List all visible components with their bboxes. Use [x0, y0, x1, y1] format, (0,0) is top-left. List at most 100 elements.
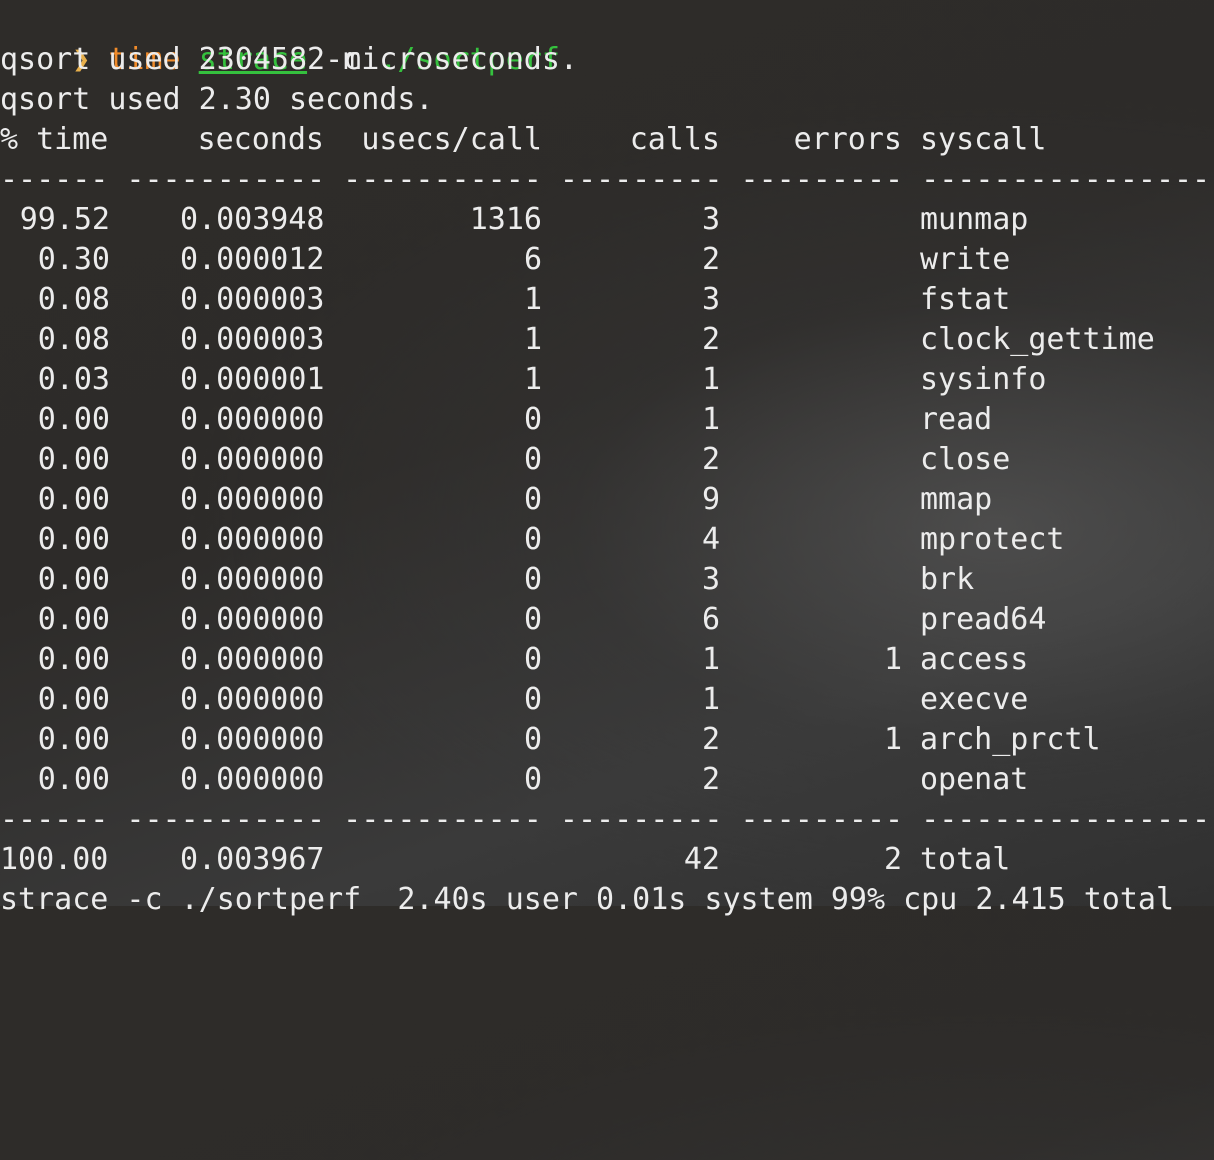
cell-errors [740, 400, 902, 440]
cell-seconds: 0.000000 [180, 522, 325, 557]
cell-seconds: 0.000012 [180, 242, 325, 277]
table-row: 0.08 0.000003 1 2 clock_gettime [0, 320, 1214, 360]
cell-time: 0.00 [37, 602, 110, 637]
cell-time: 0.00 [37, 482, 110, 517]
cell-seconds: 0.000003 [180, 282, 325, 317]
cell-calls: 42 [683, 842, 720, 877]
table-row: 0.00 0.000000 0 1 read [0, 400, 1214, 440]
cell-seconds: 0.000003 [180, 322, 325, 357]
cell-usecs: 0 [523, 682, 542, 717]
output-line: qsort used 2.30 seconds. [0, 82, 434, 117]
cell-calls: 1 [701, 402, 720, 437]
cell-errors [740, 480, 902, 520]
table-row: 0.00 0.000000 0 3 brk [0, 560, 1214, 600]
cell-seconds: 0.000000 [180, 442, 325, 477]
cell-errors [740, 520, 902, 560]
cell-errors [740, 680, 902, 720]
cell-seconds: 0.000000 [180, 682, 325, 717]
cell-errors [740, 240, 902, 280]
header-usecs: usecs/call [361, 122, 542, 157]
cell-syscall: write [920, 242, 1011, 277]
cell-usecs: 0 [523, 722, 542, 757]
cell-syscall: close [920, 442, 1011, 477]
cell-calls: 1 [701, 642, 720, 677]
cell-errors [740, 600, 902, 640]
cell-seconds: 0.000000 [180, 722, 325, 757]
cell-seconds: 0.003948 [180, 202, 325, 237]
cell-usecs: 1316 [469, 202, 542, 237]
table-row: 0.00 0.000000 0 1 1 access [0, 640, 1214, 680]
cell-syscall: brk [920, 562, 975, 597]
cell-time: 0.00 [37, 522, 110, 557]
header-seconds: seconds [197, 122, 324, 157]
cell-errors [740, 560, 902, 600]
cell-usecs: 0 [523, 762, 542, 797]
cell-time: 0.00 [37, 762, 110, 797]
cell-errors: 1 [883, 722, 902, 757]
cell-usecs: 0 [523, 442, 542, 477]
cell-seconds: 0.000001 [180, 362, 325, 397]
cell-errors [740, 440, 902, 480]
table-header: % time seconds usecs/call calls errors s… [0, 120, 1214, 160]
cell-errors: 2 [883, 842, 902, 877]
cell-syscall: access [920, 642, 1029, 677]
cell-usecs: 1 [523, 322, 542, 357]
table-row: 0.00 0.000000 0 1 execve [0, 680, 1214, 720]
cell-calls: 4 [701, 522, 720, 557]
output-line: qsort used 2304582 microseconds. [0, 42, 578, 77]
table-total-row: 100.00 0.003967 42 2 total [0, 840, 1214, 880]
cell-syscall: clock_gettime [920, 322, 1155, 357]
cell-usecs: 1 [523, 362, 542, 397]
cell-syscall: pread64 [920, 602, 1047, 637]
cell-usecs [342, 840, 542, 880]
cell-time: 99.52 [19, 202, 110, 237]
cell-calls: 2 [701, 762, 720, 797]
cell-time: 0.00 [37, 442, 110, 477]
cell-usecs: 0 [523, 562, 542, 597]
cell-seconds: 0.000000 [180, 762, 325, 797]
cell-seconds: 0.000000 [180, 402, 325, 437]
cell-time: 0.08 [37, 322, 110, 357]
cell-syscall: munmap [920, 202, 1029, 237]
table-row: 0.00 0.000000 0 4 mprotect [0, 520, 1214, 560]
header-time: % time [0, 122, 109, 157]
table-row: 0.30 0.000012 6 2 write [0, 240, 1214, 280]
table-divider: ------ ----------- ----------- ---------… [0, 802, 1211, 837]
cell-errors [740, 280, 902, 320]
table-row: 99.52 0.003948 1316 3 munmap [0, 200, 1214, 240]
cell-syscall: mmap [920, 482, 993, 517]
terminal-window[interactable]: ❯ time strace -c ./sortperf qsort used 2… [0, 0, 1214, 917]
cell-syscall: total [920, 842, 1011, 877]
cell-usecs: 6 [523, 242, 542, 277]
cell-syscall: mprotect [920, 522, 1065, 557]
cell-calls: 3 [701, 202, 720, 237]
cell-calls: 2 [701, 242, 720, 277]
cell-calls: 1 [701, 682, 720, 717]
cell-usecs: 0 [523, 602, 542, 637]
summary-line: strace -c ./sortperf 2.40s user 0.01s sy… [0, 882, 1174, 917]
cell-syscall: sysinfo [920, 362, 1047, 397]
cell-calls: 2 [701, 322, 720, 357]
cell-time: 0.30 [37, 242, 110, 277]
cell-errors [740, 360, 902, 400]
cell-time: 0.00 [37, 642, 110, 677]
cell-time: 100.00 [0, 842, 109, 877]
cell-errors: 1 [883, 642, 902, 677]
cell-calls: 2 [701, 442, 720, 477]
header-syscall: syscall [920, 122, 1047, 157]
cell-usecs: 1 [523, 282, 542, 317]
cell-syscall: arch_prctl [920, 722, 1101, 757]
cell-syscall: execve [920, 682, 1029, 717]
cell-calls: 6 [701, 602, 720, 637]
table-divider: ------ ----------- ----------- ---------… [0, 162, 1211, 197]
cell-time: 0.00 [37, 402, 110, 437]
cell-time: 0.00 [37, 562, 110, 597]
cell-time: 0.03 [37, 362, 110, 397]
cell-usecs: 0 [523, 402, 542, 437]
table-row: 0.08 0.000003 1 3 fstat [0, 280, 1214, 320]
cell-syscall: read [920, 402, 993, 437]
cell-seconds: 0.000000 [180, 562, 325, 597]
cell-time: 0.08 [37, 282, 110, 317]
header-calls: calls [629, 122, 720, 157]
table-row: 0.00 0.000000 0 2 close [0, 440, 1214, 480]
